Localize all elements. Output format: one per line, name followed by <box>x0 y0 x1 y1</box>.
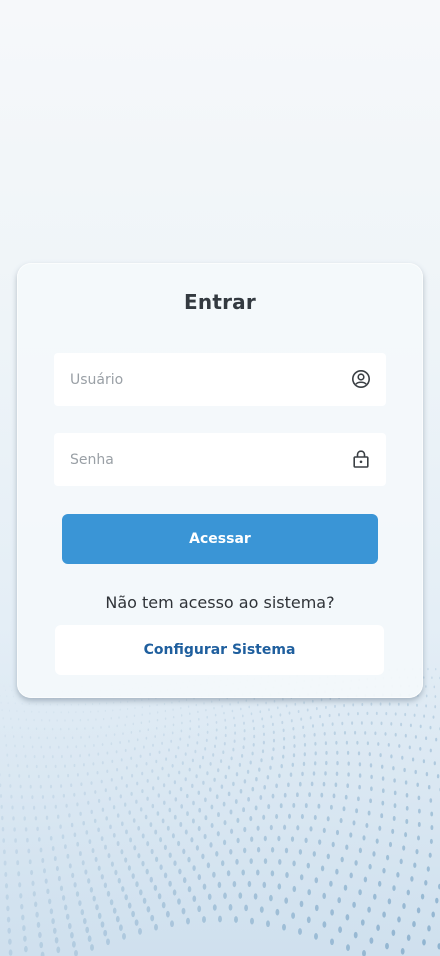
username-field[interactable] <box>54 353 386 406</box>
background-dot-wave <box>0 666 440 956</box>
submit-button[interactable]: Acessar <box>62 514 378 564</box>
username-input[interactable] <box>54 353 386 406</box>
lock-icon <box>351 449 371 469</box>
password-input[interactable] <box>54 433 386 486</box>
password-field[interactable] <box>54 433 386 486</box>
configure-system-button[interactable]: Configurar Sistema <box>55 625 384 675</box>
user-circle-icon <box>351 369 371 389</box>
login-title: Entrar <box>184 290 256 314</box>
dot-wave-graphic <box>0 666 440 956</box>
no-access-text: Não tem acesso ao sistema? <box>105 593 335 612</box>
login-card: Entrar Acessar Não tem acesso ao sistema… <box>17 263 423 698</box>
